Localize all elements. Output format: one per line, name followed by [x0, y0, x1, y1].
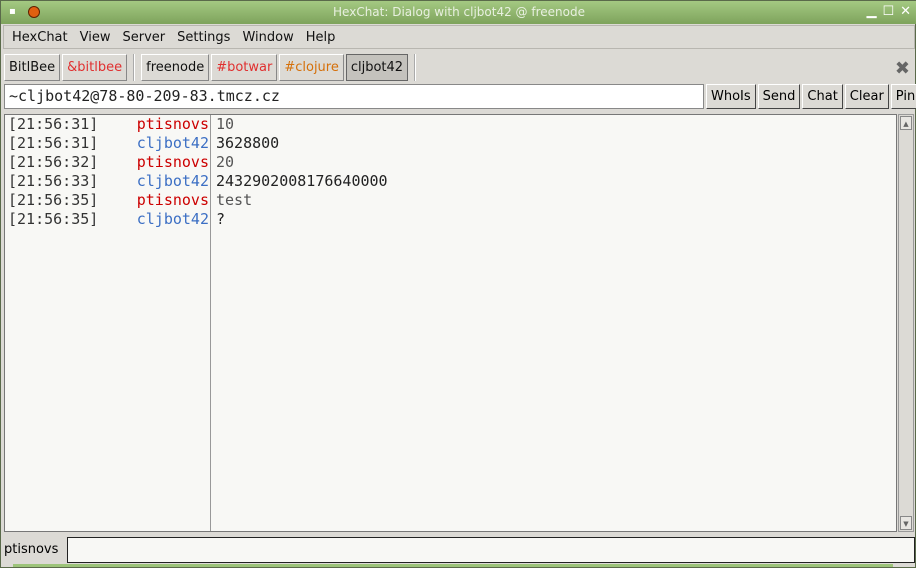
scrollbar[interactable]: ▲ ▼	[898, 114, 914, 532]
clear-button[interactable]: Clear	[844, 84, 889, 109]
timestamp: [21:56:33]	[8, 172, 99, 190]
topic-field[interactable]: ~cljbot42@78-80-209-83.tmcz.cz	[4, 84, 704, 109]
timestamp: [21:56:35]	[8, 191, 99, 209]
nick[interactable]: cljbot42	[125, 210, 209, 229]
nick[interactable]: cljbot42	[125, 134, 209, 153]
close-icon[interactable]: ✕	[900, 1, 911, 23]
whois-button[interactable]: WhoIs	[706, 84, 756, 109]
scroll-down-icon[interactable]: ▼	[900, 516, 912, 530]
chat-log: [21:56:31] ptisnovs 10 [21:56:31] cljbot42 36…	[4, 114, 897, 532]
send-button[interactable]: Send	[757, 84, 801, 109]
nick-button[interactable]: ptisnovs	[4, 537, 58, 563]
message-row: [21:56:33] cljbot42 2432902008176640000	[5, 172, 896, 191]
message-row: [21:56:31] ptisnovs 10	[5, 115, 896, 134]
message-row: [21:56:35] ptisnovs test	[5, 191, 896, 210]
scroll-up-icon[interactable]: ▲	[900, 116, 912, 130]
tab-bitlbee[interactable]: BitlBee	[4, 54, 61, 81]
nick[interactable]: cljbot42	[125, 172, 209, 191]
menu-help[interactable]: Help	[300, 30, 342, 45]
close-tab-icon[interactable]: ✖	[895, 58, 910, 79]
menu-window[interactable]: Window	[236, 30, 299, 45]
message-text: 10	[216, 115, 235, 133]
hexchat-icon	[28, 6, 40, 18]
message-input[interactable]	[67, 537, 915, 563]
window-title: HexChat: Dialog with cljbot42 @ freenode	[333, 5, 585, 19]
message-text: 20	[216, 153, 235, 171]
tab-botwar[interactable]: #botwar	[211, 54, 278, 81]
timestamp: [21:56:31]	[8, 115, 99, 133]
menu-bar: HexChat View Server Settings Window Help	[3, 25, 915, 49]
message-text: ?	[216, 210, 226, 228]
nick[interactable]: ptisnovs	[125, 153, 209, 172]
system-menu-icon[interactable]: ▪	[9, 1, 16, 23]
message-row: [21:56:31] cljbot42 3628800	[5, 134, 896, 153]
message-row: [21:56:35] cljbot42?	[5, 210, 896, 229]
timestamp: [21:56:31]	[8, 134, 99, 152]
channel-tabs: BitlBee &bitlbee freenode #botwar #cloju…	[4, 54, 420, 81]
ping-button[interactable]: Ping	[890, 84, 916, 109]
menu-view[interactable]: View	[74, 30, 117, 45]
tab-clojure[interactable]: #clojure	[279, 54, 344, 81]
title-bar: ▪ HexChat: Dialog with cljbot42 @ freeno…	[1, 1, 916, 24]
message-row: [21:56:32] ptisnovs 20	[5, 153, 896, 172]
message-text: test	[216, 191, 253, 209]
menu-hexchat[interactable]: HexChat	[4, 30, 74, 45]
message-text: 2432902008176640000	[216, 172, 388, 190]
column-separator	[210, 115, 211, 531]
tab-separator	[414, 54, 417, 81]
menu-settings[interactable]: Settings	[171, 30, 236, 45]
tab-cljbot42[interactable]: cljbot42	[345, 54, 409, 81]
tab-separator	[133, 54, 136, 81]
tab-bitlbee-channel[interactable]: &bitlbee	[62, 54, 128, 81]
nick[interactable]: ptisnovs	[125, 191, 209, 210]
minimize-icon[interactable]: ▁	[866, 1, 876, 23]
nick[interactable]: ptisnovs	[125, 115, 209, 134]
window-border	[13, 564, 893, 567]
message-text: 3628800	[216, 134, 280, 152]
timestamp: [21:56:35]	[8, 210, 99, 228]
timestamp: [21:56:32]	[8, 153, 99, 171]
maximize-icon[interactable]: ☐	[882, 1, 894, 23]
menu-server[interactable]: Server	[116, 30, 171, 45]
chat-button[interactable]: Chat	[802, 84, 843, 109]
tab-freenode[interactable]: freenode	[141, 54, 210, 81]
